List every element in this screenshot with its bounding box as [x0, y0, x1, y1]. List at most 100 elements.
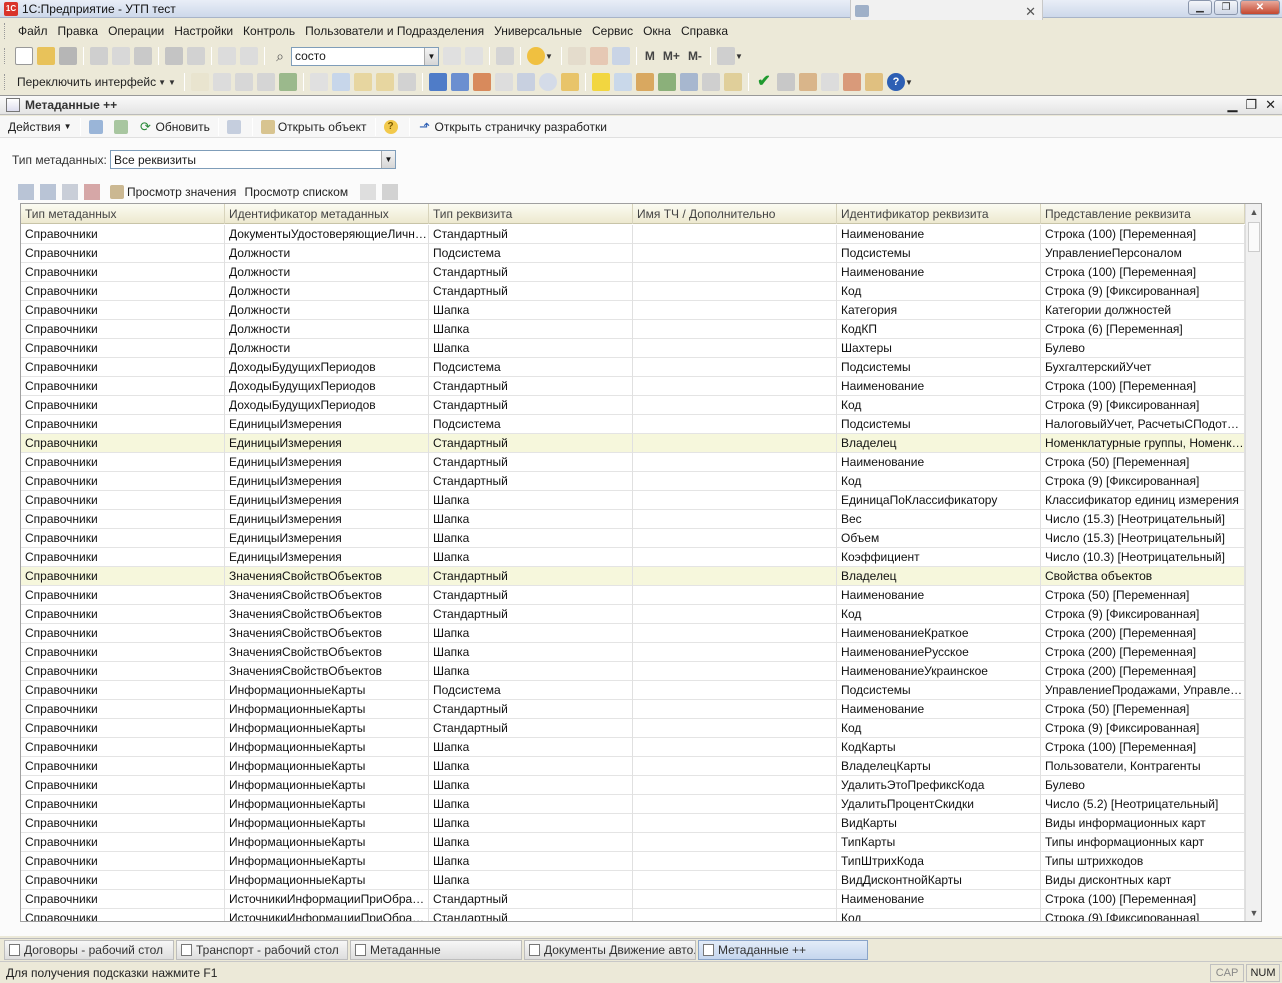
list-icon[interactable]: [375, 73, 394, 91]
print-preview-icon[interactable]: [187, 47, 205, 65]
clock-icon[interactable]: [538, 73, 557, 91]
process-icon[interactable]: [278, 73, 297, 91]
open-object-button[interactable]: Открыть объект: [257, 119, 371, 134]
column-header[interactable]: Имя ТЧ / Дополнительно: [633, 204, 837, 224]
sort-icon[interactable]: [360, 184, 377, 200]
chevron-down-icon[interactable]: ▼: [735, 52, 743, 61]
chevron-down-icon[interactable]: ▼: [905, 78, 913, 87]
export-icon[interactable]: [701, 73, 720, 91]
calendar-icon[interactable]: [589, 47, 608, 65]
doc-minimize-button[interactable]: ▁: [1227, 97, 1237, 113]
diamond-icon[interactable]: [428, 73, 447, 91]
menu-operations[interactable]: Операции: [103, 24, 169, 38]
view-list-button[interactable]: Просмотр списком: [240, 185, 352, 199]
table-row[interactable]: Справочники ДокументыУдостоверяющиеЛичнос…: [21, 225, 1245, 244]
table-row[interactable]: Справочники ЕдиницыИзмерения Шапка Вес Число…: [21, 510, 1245, 529]
memory-minus-button[interactable]: M-: [684, 49, 706, 63]
calculator-icon[interactable]: [567, 47, 586, 65]
scroll-down-icon[interactable]: ▼: [1246, 905, 1261, 921]
menu-help[interactable]: Справка: [676, 24, 733, 38]
warning-icon[interactable]: [591, 73, 610, 91]
report-icon[interactable]: [256, 73, 275, 91]
report-icon[interactable]: [212, 73, 231, 91]
switch-interface-button[interactable]: Переключить интерфейс: [13, 75, 160, 89]
table-row[interactable]: Справочники ЗначенияСвойствОбъектов Шапка Н…: [21, 662, 1245, 681]
task-transport[interactable]: Транспорт - рабочий стол: [176, 939, 348, 960]
toolbar-grip[interactable]: [4, 48, 7, 64]
search-input[interactable]: состо: [292, 49, 424, 63]
chevron-down-icon[interactable]: ▼: [381, 151, 395, 168]
pen-icon[interactable]: [635, 73, 654, 91]
tree-icon[interactable]: [516, 73, 535, 91]
metadata-type-select[interactable]: Все реквизиты ▼: [110, 150, 396, 169]
journal-icon[interactable]: [190, 73, 209, 91]
column-header[interactable]: Тип метаданных: [21, 204, 225, 224]
exchange-icon[interactable]: [776, 73, 795, 91]
menu-file[interactable]: Файл: [13, 24, 53, 38]
print-icon[interactable]: [165, 47, 183, 65]
menu-service[interactable]: Сервис: [587, 24, 638, 38]
table-row[interactable]: Справочники ИнформационныеКарты Шапка ВидДи…: [21, 871, 1245, 890]
report-icon[interactable]: [234, 73, 253, 91]
chevron-down-icon[interactable]: ▼: [168, 78, 176, 87]
chart-icon[interactable]: [472, 73, 491, 91]
doc-close-button[interactable]: ✕: [1265, 97, 1276, 113]
table-row[interactable]: Справочники ИсточникиИнформацииПриОбраще.…: [21, 909, 1245, 921]
minimize-button[interactable]: ▁: [1188, 0, 1212, 15]
table-row[interactable]: Справочники ИнформационныеКарты Шапка Владе…: [21, 757, 1245, 776]
table-row[interactable]: Справочники ИнформационныеКарты Шапка ТипКа…: [21, 833, 1245, 852]
metadata-table[interactable]: Тип метаданных Идентификатор метаданных …: [20, 203, 1262, 922]
table-row[interactable]: Справочники Должности Шапка Категория Катего…: [21, 301, 1245, 320]
memory-m-button[interactable]: M: [641, 49, 659, 63]
table-row[interactable]: Справочники ИсточникиИнформацииПриОбраще.…: [21, 890, 1245, 909]
filter-history-icon[interactable]: [62, 184, 78, 200]
chevron-down-icon[interactable]: ▼: [158, 78, 166, 87]
task-documents[interactable]: Документы Движение авто...: [524, 939, 696, 960]
mini-window-close-icon[interactable]: ✕: [1025, 4, 1036, 20]
toolbar-grip[interactable]: [4, 74, 7, 90]
doc-restore-button[interactable]: ❐: [1245, 97, 1257, 113]
table-row[interactable]: Справочники Должности Шапка Шахтеры Булево: [21, 339, 1245, 358]
table-row[interactable]: Справочники Должности Стандартный Наименова…: [21, 263, 1245, 282]
org-icon[interactable]: [657, 73, 676, 91]
table-row[interactable]: Справочники ЗначенияСвойствОбъектов Станда…: [21, 605, 1245, 624]
table-row[interactable]: Справочники ЗначенияСвойствОбъектов Станда…: [21, 567, 1245, 586]
table-row[interactable]: Справочники ЕдиницыИзмерения Шапка Объем Чис…: [21, 529, 1245, 548]
table-row[interactable]: Справочники ЗначенияСвойствОбъектов Шапка Н…: [21, 643, 1245, 662]
flag-icon[interactable]: [450, 73, 469, 91]
actions-menu-button[interactable]: Действия ▼: [4, 120, 76, 134]
windows-icon[interactable]: [496, 47, 514, 65]
table-row[interactable]: Справочники Должности Шапка КодКП Строка (6)…: [21, 320, 1245, 339]
table-icon[interactable]: [397, 73, 416, 91]
chevron-down-icon[interactable]: ▼: [424, 47, 438, 65]
import-button[interactable]: [110, 119, 135, 134]
save-icon[interactable]: [59, 47, 77, 65]
close-window-button[interactable]: ✕: [1240, 0, 1280, 15]
output-list-icon[interactable]: [382, 184, 399, 200]
document-icon[interactable]: [331, 73, 350, 91]
table-row[interactable]: Справочники ИнформационныеКарты Шапка КодКа…: [21, 738, 1245, 757]
tools-icon[interactable]: [820, 73, 839, 91]
help-button[interactable]: ?: [380, 119, 405, 134]
user-config-icon[interactable]: [842, 73, 861, 91]
task-metadata-plus[interactable]: Метаданные ++: [698, 939, 868, 960]
people-icon[interactable]: [723, 73, 742, 91]
vertical-scrollbar[interactable]: ▲ ▼: [1245, 204, 1261, 921]
paste-icon[interactable]: [134, 47, 152, 65]
find-prev-icon[interactable]: [465, 47, 483, 65]
undo-icon[interactable]: [218, 47, 236, 65]
table-row[interactable]: Справочники ИнформационныеКарты Шапка Удали…: [21, 795, 1245, 814]
table-row[interactable]: Справочники ЕдиницыИзмерения Подсистема Под…: [21, 415, 1245, 434]
table-row[interactable]: Справочники Должности Подсистема Подсистемы…: [21, 244, 1245, 263]
menu-settings[interactable]: Настройки: [169, 24, 238, 38]
new-document-icon[interactable]: [15, 47, 33, 65]
table-row[interactable]: Справочники ЕдиницыИзмерения Стандартный Ко…: [21, 472, 1245, 491]
copy-icon[interactable]: [112, 47, 130, 65]
table-row[interactable]: Справочники ЕдиницыИзмерения Стандартный На…: [21, 453, 1245, 472]
menu-control[interactable]: Контроль: [238, 24, 300, 38]
table-row[interactable]: Справочники ЕдиницыИзмерения Шапка Коэффици…: [21, 548, 1245, 567]
filter-icon[interactable]: [18, 184, 34, 200]
filter-by-value-icon[interactable]: [40, 184, 56, 200]
route-icon[interactable]: [679, 73, 698, 91]
table-row[interactable]: Справочники ИнформационныеКарты Шапка Удали…: [21, 776, 1245, 795]
